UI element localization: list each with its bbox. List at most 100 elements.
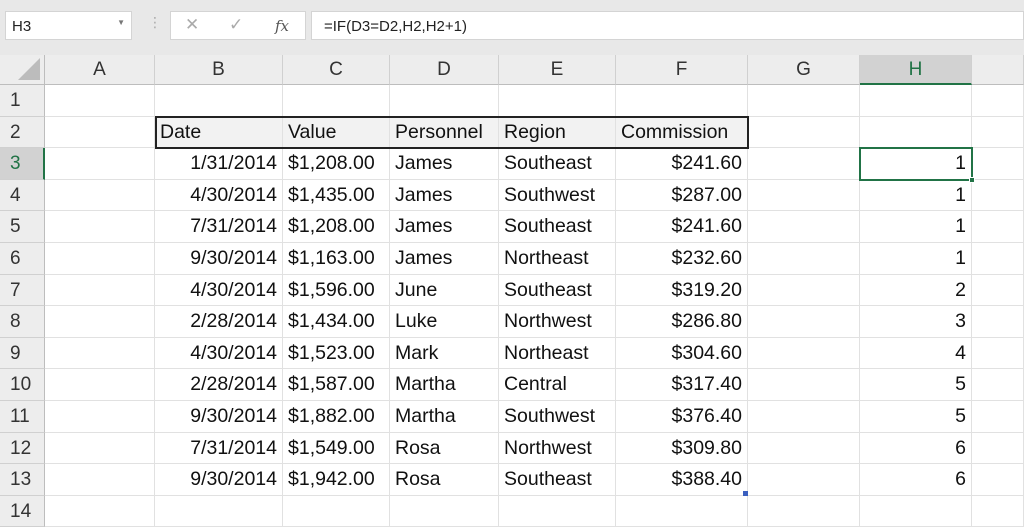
table-cell[interactable]: $287.00 <box>616 180 748 212</box>
cell[interactable] <box>748 148 860 180</box>
column-header-b[interactable]: B <box>155 55 283 85</box>
table-cell[interactable]: 4/30/2014 <box>155 180 283 212</box>
cell[interactable] <box>748 243 860 275</box>
cell[interactable] <box>748 496 860 528</box>
cell[interactable] <box>748 369 860 401</box>
table-cell[interactable]: Martha <box>390 401 499 433</box>
cell[interactable] <box>499 85 616 117</box>
cell[interactable] <box>972 306 1024 338</box>
cell[interactable] <box>860 85 972 117</box>
column-header-d[interactable]: D <box>390 55 499 85</box>
cell[interactable] <box>972 85 1024 117</box>
table-cell[interactable]: $388.40 <box>616 464 748 496</box>
table-cell[interactable]: Rosa <box>390 433 499 465</box>
cell[interactable] <box>283 85 390 117</box>
table-cell[interactable]: Southeast <box>499 464 616 496</box>
row-header-3[interactable]: 3 <box>0 148 45 180</box>
group-number-cell[interactable]: 1 <box>860 148 972 180</box>
cell[interactable] <box>390 85 499 117</box>
table-cell[interactable]: Northeast <box>499 338 616 370</box>
cell[interactable] <box>45 496 155 528</box>
table-cell[interactable]: Southwest <box>499 180 616 212</box>
table-cell[interactable]: $241.60 <box>616 148 748 180</box>
table-header-cell[interactable]: Date <box>155 117 283 149</box>
group-number-cell[interactable]: 6 <box>860 433 972 465</box>
table-cell[interactable]: 7/31/2014 <box>155 433 283 465</box>
cell[interactable] <box>748 464 860 496</box>
table-cell[interactable]: Mark <box>390 338 499 370</box>
table-cell[interactable]: $376.40 <box>616 401 748 433</box>
formula-input[interactable]: =IF(D3=D2,H2,H2+1) <box>311 11 1024 40</box>
group-number-cell[interactable]: 6 <box>860 464 972 496</box>
table-cell[interactable]: $309.80 <box>616 433 748 465</box>
cell[interactable] <box>45 433 155 465</box>
cell[interactable] <box>45 306 155 338</box>
table-cell[interactable]: 9/30/2014 <box>155 243 283 275</box>
cell[interactable] <box>748 401 860 433</box>
group-number-cell[interactable]: 3 <box>860 306 972 338</box>
table-cell[interactable]: Northwest <box>499 433 616 465</box>
table-cell[interactable]: Northwest <box>499 306 616 338</box>
cell[interactable] <box>748 306 860 338</box>
cell[interactable] <box>616 85 748 117</box>
row-header-6[interactable]: 6 <box>0 243 45 275</box>
cell[interactable] <box>45 211 155 243</box>
table-cell[interactable]: $1,208.00 <box>283 211 390 243</box>
table-cell[interactable]: $1,942.00 <box>283 464 390 496</box>
cell[interactable] <box>45 369 155 401</box>
group-number-cell[interactable]: 1 <box>860 211 972 243</box>
cell[interactable] <box>972 338 1024 370</box>
cell[interactable] <box>860 496 972 528</box>
table-cell[interactable]: Southeast <box>499 275 616 307</box>
cancel-icon[interactable]: ✕ <box>185 15 199 35</box>
chevron-down-icon[interactable]: ▼ <box>117 18 125 27</box>
table-cell[interactable]: $1,523.00 <box>283 338 390 370</box>
table-cell[interactable]: Southeast <box>499 148 616 180</box>
quick-analysis-marker[interactable] <box>743 491 748 496</box>
table-cell[interactable]: $304.60 <box>616 338 748 370</box>
table-cell[interactable]: Northeast <box>499 243 616 275</box>
row-header-7[interactable]: 7 <box>0 275 45 307</box>
cell[interactable] <box>390 496 499 528</box>
row-header-13[interactable]: 13 <box>0 464 45 496</box>
column-header-c[interactable]: C <box>283 55 390 85</box>
table-cell[interactable]: James <box>390 243 499 275</box>
cell[interactable] <box>283 496 390 528</box>
row-header-1[interactable]: 1 <box>0 85 45 117</box>
group-number-cell[interactable]: 4 <box>860 338 972 370</box>
row-header-2[interactable]: 2 <box>0 117 45 149</box>
cell[interactable] <box>45 148 155 180</box>
cell[interactable] <box>748 338 860 370</box>
column-header-h[interactable]: H <box>860 55 972 85</box>
row-header-8[interactable]: 8 <box>0 306 45 338</box>
table-cell[interactable]: 1/31/2014 <box>155 148 283 180</box>
name-box[interactable]: H3▼ <box>5 11 132 40</box>
table-cell[interactable]: 2/28/2014 <box>155 369 283 401</box>
row-header-10[interactable]: 10 <box>0 369 45 401</box>
fill-handle[interactable] <box>969 177 975 183</box>
group-number-cell[interactable]: 5 <box>860 369 972 401</box>
table-cell[interactable]: $1,208.00 <box>283 148 390 180</box>
table-cell[interactable]: Southeast <box>499 211 616 243</box>
insert-function-icon[interactable]: fx <box>275 17 289 35</box>
table-cell[interactable]: Southwest <box>499 401 616 433</box>
table-cell[interactable]: Luke <box>390 306 499 338</box>
cell[interactable] <box>972 401 1024 433</box>
group-number-cell[interactable]: 1 <box>860 243 972 275</box>
table-cell[interactable]: $1,882.00 <box>283 401 390 433</box>
cell[interactable] <box>748 433 860 465</box>
table-cell[interactable]: $1,549.00 <box>283 433 390 465</box>
table-cell[interactable]: $1,163.00 <box>283 243 390 275</box>
table-cell[interactable]: Central <box>499 369 616 401</box>
table-cell[interactable]: James <box>390 180 499 212</box>
column-header-i[interactable] <box>972 55 1024 85</box>
table-cell[interactable]: $317.40 <box>616 369 748 401</box>
cell[interactable] <box>45 85 155 117</box>
enter-icon[interactable]: ✓ <box>229 15 243 35</box>
cell[interactable] <box>45 401 155 433</box>
table-cell[interactable]: 9/30/2014 <box>155 464 283 496</box>
cell[interactable] <box>45 180 155 212</box>
cell[interactable] <box>155 85 283 117</box>
column-header-g[interactable]: G <box>748 55 860 85</box>
table-cell[interactable]: Martha <box>390 369 499 401</box>
